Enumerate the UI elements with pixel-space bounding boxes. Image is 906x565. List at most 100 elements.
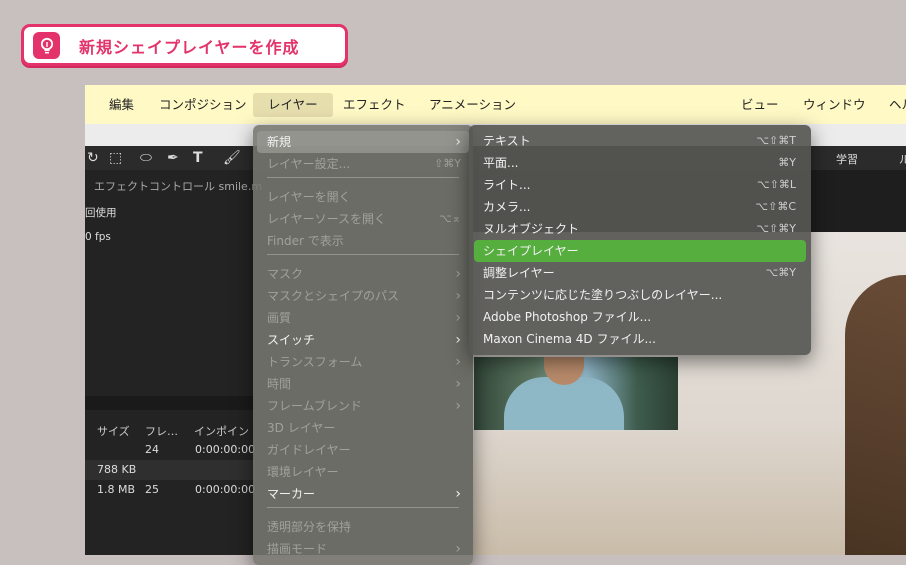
rotate-tool-icon[interactable]: ↻ [87, 150, 99, 166]
lightbulb-icon [33, 32, 60, 59]
tip-text: 新規シェイプレイヤーを作成 [79, 38, 300, 57]
menu-item-label: Finder で表示 [267, 234, 344, 248]
new-submenu-item[interactable]: テキスト ⌥⇧⌘T [474, 130, 806, 152]
menu-view[interactable]: ビュー [741, 85, 779, 124]
menu-item-label: 環境レイヤー [267, 465, 339, 479]
new-submenu-item[interactable]: ヌルオブジェクト ⌥⇧⌘Y [474, 218, 806, 240]
menu-item-label: シェイプレイヤー [483, 244, 579, 258]
new-submenu-item[interactable]: カメラ... ⌥⇧⌘C [474, 196, 806, 218]
workspace-overflow[interactable]: ル [899, 151, 906, 167]
menu-separator [267, 507, 459, 508]
menu-item-label: カメラ... [483, 200, 531, 214]
new-submenu-item[interactable]: Maxon Cinema 4D ファイル... [474, 328, 806, 350]
layer-menu-item[interactable]: マスク › [257, 263, 469, 285]
menu-layer[interactable]: レイヤー [253, 93, 333, 117]
col-frame[interactable]: フレ… [145, 423, 178, 439]
new-submenu-item[interactable]: コンテンツに応じた塗りつぶしのレイヤー... [474, 284, 806, 306]
effect-controls-tab[interactable]: エフェクトコントロール smile.m [94, 178, 262, 194]
menu-item-label: コンテンツに応じた塗りつぶしのレイヤー... [483, 288, 723, 302]
layer-menu-item[interactable]: トランスフォーム › [257, 351, 469, 373]
menu-item-label: トランスフォーム [267, 355, 363, 369]
menu-item-label: 透明部分を保持 [267, 520, 352, 534]
menu-item-shortcut: ⌥⇧⌘T [756, 134, 796, 147]
layer-menu-item[interactable]: 画質 › [257, 307, 469, 329]
layer-menu-item[interactable]: Finder で表示 [257, 230, 469, 252]
menu-item-shortcut: ⌥⇧⌘C [755, 200, 796, 213]
menu-bar: 編集 コンポジション レイヤー エフェクト アニメーション ビュー ウィンドウ … [85, 85, 906, 124]
chevron-right-icon: › [455, 310, 461, 326]
menu-item-label: 新規 [267, 135, 292, 149]
layer-menu-item[interactable]: マスクとシェイプのパス › [257, 285, 469, 307]
menu-separator [267, 177, 459, 178]
menu-item-label: マスクとシェイプのパス [267, 289, 400, 303]
footage-thumbnail [474, 357, 678, 430]
layer-menu-item[interactable]: レイヤー設定... ⇧⌘Y [257, 153, 469, 175]
chevron-right-icon: › [455, 541, 461, 557]
new-submenu-item[interactable]: シェイプレイヤー [474, 240, 806, 262]
table-row[interactable]: 1.8 MB 25 0:00:00:00 [85, 480, 255, 500]
layer-menu-item[interactable]: 透明部分を保持 [257, 516, 469, 538]
menu-effect[interactable]: エフェクト [343, 85, 406, 124]
table-row[interactable]: 24 0:00:00:00 [85, 440, 255, 460]
menu-item-label: 調整レイヤー [483, 266, 555, 280]
menu-item-label: フレームブレンド [267, 399, 362, 413]
menu-item-label: 画質 [267, 311, 292, 325]
usage-text: 回使用 [85, 207, 117, 219]
layer-menu-item[interactable]: 描画モード › [257, 538, 469, 560]
menu-item-label: レイヤー設定... [267, 157, 351, 171]
camera-tool-icon[interactable]: ⬚ [109, 150, 122, 166]
ellipse-tool-icon[interactable]: ⬭ [140, 150, 152, 166]
menu-item-shortcut: ⌘Y [778, 156, 796, 169]
layer-menu-item[interactable]: 時間 › [257, 373, 469, 395]
menu-item-label: レイヤーソースを開く [267, 212, 387, 226]
menu-help[interactable]: ヘル [889, 85, 906, 124]
learn-workspace[interactable]: 学習 [836, 151, 858, 167]
layer-menu-item[interactable]: スイッチ › [257, 329, 469, 351]
layer-menu-item[interactable]: フレームブレンド › [257, 395, 469, 417]
brush-tool-icon[interactable]: 🖌 [223, 150, 241, 166]
menu-item-label: スイッチ [267, 333, 316, 347]
layer-menu-item[interactable]: レイヤーソースを開く ⌥⌅ [257, 208, 469, 230]
chevron-right-icon: › [455, 134, 461, 150]
chevron-right-icon: › [455, 288, 461, 304]
layer-menu-item[interactable]: 新規 › [257, 131, 469, 153]
text-tool-icon[interactable]: T [193, 150, 203, 166]
chevron-right-icon: › [455, 354, 461, 370]
layer-menu-item[interactable]: 3D レイヤー [257, 417, 469, 439]
layer-menu-item[interactable]: 環境レイヤー [257, 461, 469, 483]
menu-item-shortcut: ⌥⇧⌘Y [756, 222, 796, 235]
layer-menu-item[interactable]: ガイドレイヤー [257, 439, 469, 461]
new-submenu-item[interactable]: ライト... ⌥⇧⌘L [474, 174, 806, 196]
menu-composition[interactable]: コンポジション [159, 85, 247, 124]
effect-controls-panel: エフェクトコントロール smile.m 回使用 0 fps サイズ フレ… イン… [85, 170, 262, 555]
chevron-right-icon: › [455, 266, 461, 282]
menu-item-label: 3D レイヤー [267, 421, 336, 435]
new-submenu-item[interactable]: 平面... ⌘Y [474, 152, 806, 174]
layer-menu-item[interactable]: レイヤーを開く [257, 186, 469, 208]
menu-item-shortcut: ⌥⌅ [439, 212, 461, 225]
new-submenu-item[interactable]: Adobe Photoshop ファイル... [474, 306, 806, 328]
menu-item-label: ガイドレイヤー [267, 443, 351, 457]
menu-item-label: 時間 [267, 377, 292, 391]
layer-menu-item[interactable]: マーカー › [257, 483, 469, 505]
panel-divider [85, 396, 255, 410]
footage-hair [845, 275, 906, 555]
menu-animation[interactable]: アニメーション [429, 85, 516, 124]
table-row[interactable]: 788 KB [85, 460, 255, 480]
menu-item-label: 描画モード [267, 542, 328, 556]
new-submenu-item[interactable]: 調整レイヤー ⌥⌘Y [474, 262, 806, 284]
menu-edit[interactable]: 編集 [109, 85, 134, 124]
menu-item-label: ライト... [483, 178, 531, 192]
menu-item-shortcut: ⌥⇧⌘L [756, 178, 796, 191]
menu-item-label: レイヤーを開く [267, 190, 351, 204]
pen-tool-icon[interactable]: ✒ [167, 150, 179, 166]
col-in-point[interactable]: インポイン [194, 423, 249, 439]
menu-item-shortcut: ⌥⌘Y [765, 266, 796, 279]
col-size[interactable]: サイズ [97, 423, 130, 439]
project-table-header: サイズ フレ… インポイン [85, 420, 255, 440]
menu-window[interactable]: ウィンドウ [803, 85, 866, 124]
menu-item-label: ヌルオブジェクト [483, 222, 580, 236]
menu-item-label: Adobe Photoshop ファイル... [483, 310, 652, 324]
menu-item-label: Maxon Cinema 4D ファイル... [483, 332, 656, 346]
tip-banner: 新規シェイプレイヤーを作成 [21, 24, 348, 66]
